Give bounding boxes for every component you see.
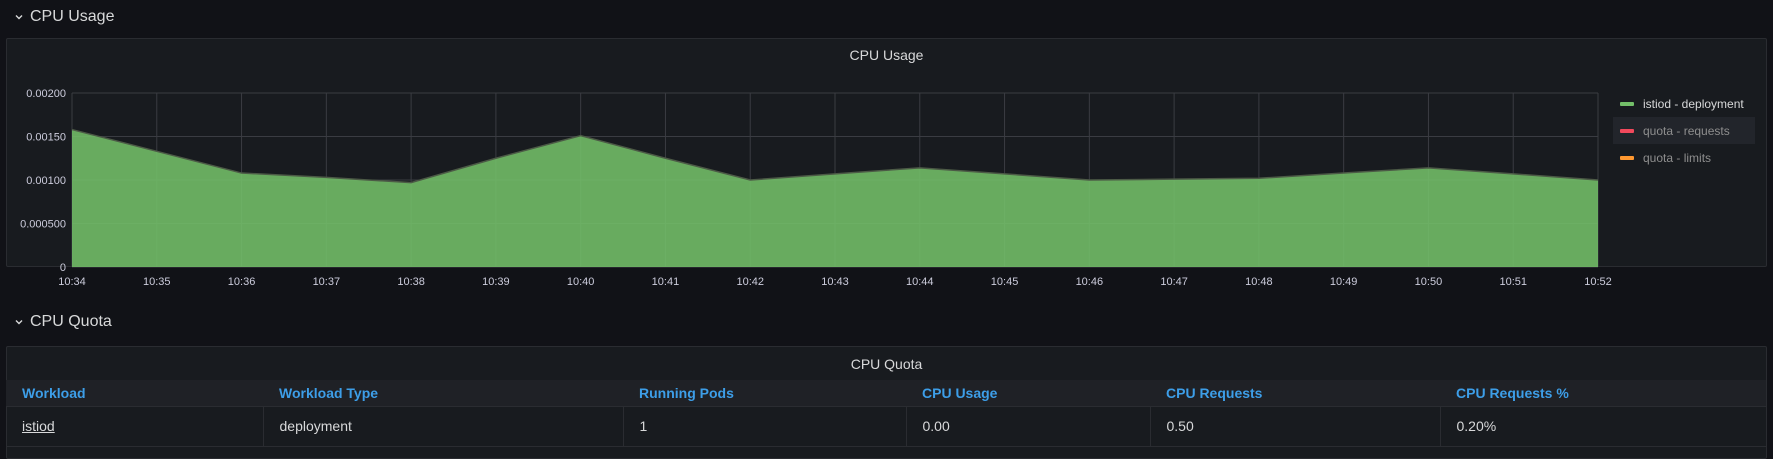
column-header-cpu-requests-percent[interactable]: CPU Requests %: [1440, 380, 1766, 407]
x-tick-label: 10:40: [567, 276, 595, 288]
y-tick-label: 0: [60, 262, 66, 274]
x-tick-label: 10:44: [906, 276, 934, 288]
x-tick-label: 10:47: [1160, 276, 1188, 288]
column-header-cpu-requests[interactable]: CPU Requests: [1150, 380, 1440, 407]
x-tick-label: 10:49: [1330, 276, 1358, 288]
x-tick-label: 10:34: [58, 276, 86, 288]
x-tick-label: 10:42: [736, 276, 764, 288]
legend-item-quota-limits[interactable]: quota - limits: [1613, 144, 1755, 171]
legend-label: quota - requests: [1643, 123, 1730, 138]
column-header-workload-type[interactable]: Workload Type: [263, 380, 623, 407]
x-tick-label: 10:38: [397, 276, 425, 288]
x-tick-label: 10:48: [1245, 276, 1273, 288]
x-tick-label: 10:41: [652, 276, 680, 288]
cell-workload: istiod: [6, 406, 264, 447]
row-title: CPU Quota: [30, 313, 112, 330]
x-tick-label: 10:37: [313, 276, 341, 288]
y-tick-label: 0.00100: [26, 175, 66, 187]
table-row: istiod deployment 1 0.00 0.50 0.20%: [6, 406, 1766, 447]
x-tick-label: 10:45: [991, 276, 1019, 288]
x-tick-label: 10:50: [1415, 276, 1443, 288]
column-header-running-pods[interactable]: Running Pods: [623, 380, 906, 407]
y-tick-label: 0.00200: [26, 88, 66, 100]
x-tick-label: 10:39: [482, 276, 510, 288]
x-tick-label: 10:36: [228, 276, 256, 288]
x-tick-label: 10:52: [1584, 276, 1612, 288]
cell-running-pods: 1: [623, 406, 907, 447]
legend-label: quota - limits: [1643, 150, 1712, 165]
x-tick-label: 10:35: [143, 276, 171, 288]
panel-title[interactable]: CPU Quota: [7, 356, 1766, 372]
cell-workload-type: deployment: [263, 406, 624, 447]
y-tick-label: 0.000500: [20, 219, 66, 231]
x-tick-label: 10:51: [1499, 276, 1527, 288]
y-tick-label: 0.00150: [26, 132, 66, 144]
cell-cpu-requests: 0.50: [1150, 406, 1441, 447]
chevron-down-icon: [15, 320, 23, 325]
legend-swatch: [1620, 101, 1634, 106]
row-toggle-cpu-quota[interactable]: CPU Quota: [14, 313, 112, 331]
legend-item-istiod[interactable]: istiod - deployment: [1613, 90, 1755, 117]
cell-cpu-requests-percent: 0.20%: [1440, 406, 1766, 447]
legend-swatch: [1620, 128, 1634, 133]
legend-label: istiod - deployment: [1643, 96, 1744, 111]
column-header-workload[interactable]: Workload: [6, 380, 263, 407]
cell-cpu-usage: 0.00: [906, 406, 1151, 447]
legend-swatch: [1620, 155, 1634, 160]
table-header-row: Workload Workload Type Running Pods CPU …: [6, 380, 1766, 407]
cpu-quota-table: Workload Workload Type Running Pods CPU …: [6, 380, 1766, 447]
workload-link[interactable]: istiod: [22, 418, 55, 434]
x-tick-label: 10:43: [821, 276, 849, 288]
legend-item-quota-requests[interactable]: quota - requests: [1613, 117, 1755, 144]
chart-legend: istiod - deployment quota - requests quo…: [1613, 90, 1755, 171]
column-header-cpu-usage[interactable]: CPU Usage: [906, 380, 1150, 407]
x-tick-label: 10:46: [1076, 276, 1104, 288]
